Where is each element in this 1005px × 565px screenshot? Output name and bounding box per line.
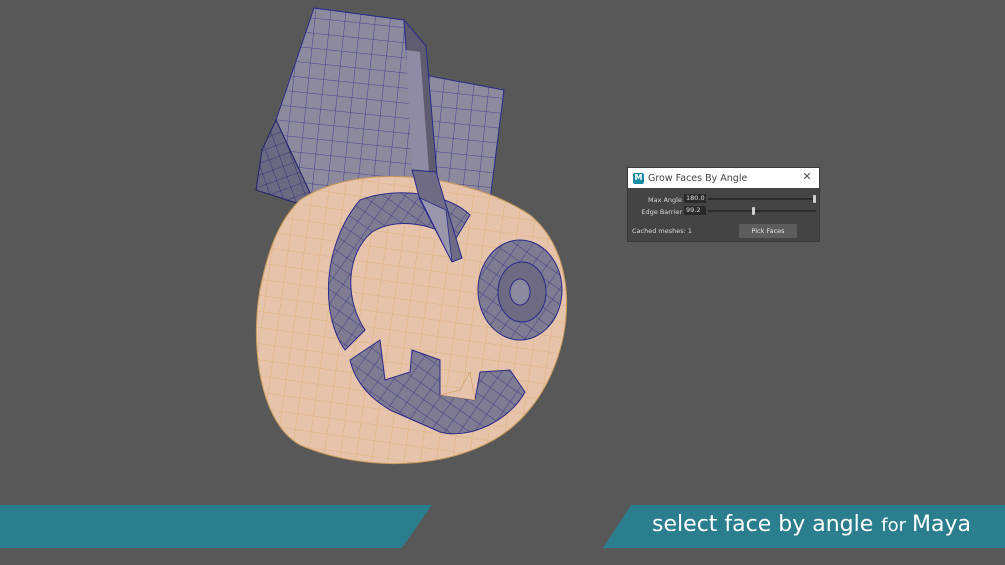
edge-barrier-row: Edge Barrier 99.2 <box>628 206 819 217</box>
edge-barrier-slider-thumb[interactable] <box>752 207 755 215</box>
mesh-sphere[interactable] <box>255 169 568 464</box>
edge-barrier-label: Edge Barrier <box>641 208 682 216</box>
banner-for-text: for <box>881 515 907 536</box>
edge-barrier-slider[interactable] <box>708 207 816 215</box>
max-angle-field[interactable]: 180.0 <box>684 194 706 203</box>
cached-meshes-status: Cached meshes: 1 <box>632 227 693 235</box>
maya-viewport[interactable] <box>0 0 1005 565</box>
maya-app-icon: M <box>633 172 644 184</box>
banner-left-stripe <box>0 505 432 548</box>
pick-faces-button[interactable]: Pick Faces <box>739 224 797 238</box>
banner-maya-text: Maya <box>912 512 971 537</box>
grow-faces-window[interactable]: M Grow Faces By Angle ✕ Max Angle 180.0 … <box>628 168 819 241</box>
max-angle-slider-thumb[interactable] <box>813 195 816 203</box>
max-angle-row: Max Angle 180.0 <box>628 194 819 205</box>
banner-right-stripe: select face by angle for Maya <box>603 505 1005 548</box>
max-angle-slider[interactable] <box>708 195 816 203</box>
banner-caption: select face by angle for Maya <box>652 512 971 537</box>
banner-main-text: select face by angle <box>652 512 874 537</box>
max-angle-label: Max Angle <box>647 196 682 204</box>
window-titlebar[interactable]: M Grow Faces By Angle ✕ <box>628 168 819 188</box>
window-title: Grow Faces By Angle <box>648 172 748 184</box>
close-icon[interactable]: ✕ <box>801 171 813 183</box>
edge-barrier-field[interactable]: 99.2 <box>684 206 706 215</box>
